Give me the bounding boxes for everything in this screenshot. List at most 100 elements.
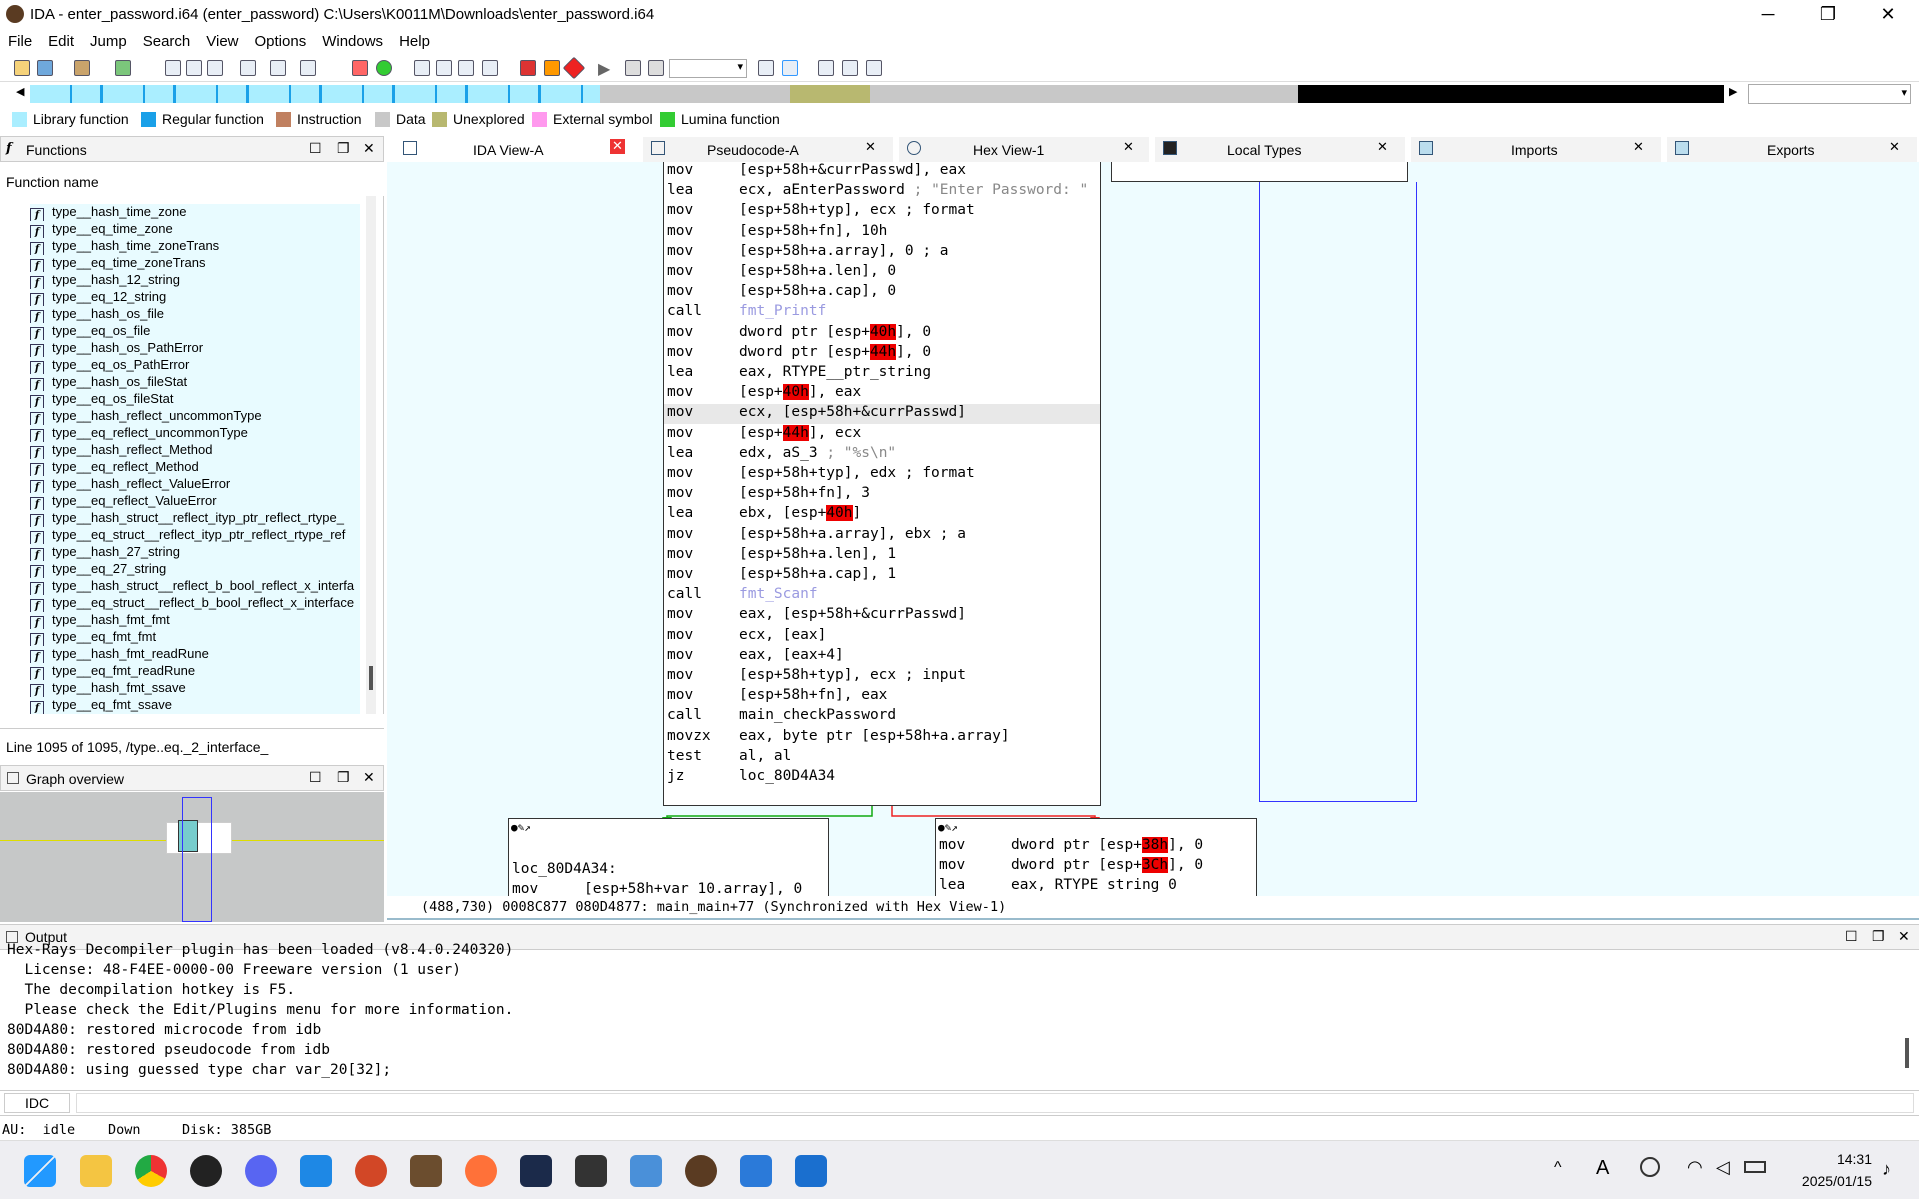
trace-icon[interactable] [544, 60, 560, 76]
jump-icon[interactable] [270, 60, 286, 76]
list-icon-3[interactable] [866, 60, 882, 76]
play-icon[interactable]: ▶ [598, 59, 610, 79]
close-icon[interactable]: ✕ [1898, 928, 1910, 945]
file-explorer-icon[interactable] [80, 1155, 112, 1187]
idc-button[interactable]: IDC [4, 1093, 70, 1113]
battery-icon[interactable] [1744, 1161, 1766, 1173]
asm-line[interactable]: mov dword ptr [esp+3Ch], 0 [936, 857, 1256, 877]
close-icon[interactable]: ✕ [1633, 139, 1644, 155]
ida-taskbar-icon[interactable] [685, 1155, 717, 1187]
nav-left-icon[interactable]: ◀ [16, 85, 24, 98]
menu-edit[interactable]: Edit [40, 30, 82, 53]
tab-hex-view-1[interactable]: Hex View-1 ✕ [899, 137, 1149, 162]
ime-mode-icon[interactable] [1640, 1157, 1660, 1177]
list-icon-2[interactable] [842, 60, 858, 76]
tab-pseudocode-a[interactable]: Pseudocode-A ✕ [643, 137, 893, 162]
function-list-item[interactable]: f type__hash_fmt_ssave [30, 680, 360, 697]
graph-icon-1[interactable] [414, 60, 430, 76]
debugger-icon[interactable] [352, 60, 368, 76]
close-icon[interactable]: ✕ [1377, 139, 1388, 155]
function-name-column-header[interactable]: Function name [6, 174, 99, 190]
breakpoint-icon[interactable] [520, 60, 536, 76]
functions-scrollbar[interactable] [366, 196, 376, 714]
maximize-icon[interactable]: ☐ [1845, 928, 1858, 945]
output-log[interactable]: Hex-Rays Decompiler plugin has been load… [0, 942, 1919, 1086]
firefox-icon[interactable] [465, 1155, 497, 1187]
tab-local-types[interactable]: Local Types ✕ [1155, 137, 1405, 162]
function-list-item[interactable]: f type__eq_reflect_ValueError [30, 493, 360, 510]
function-list-item[interactable]: f type__eq_fmt_fmt [30, 629, 360, 646]
tool-icon-4[interactable] [240, 60, 256, 76]
function-list-item[interactable]: f type__hash_27_string [30, 544, 360, 561]
float-icon[interactable]: ❐ [337, 769, 350, 786]
close-icon[interactable]: ✕ [1889, 139, 1900, 155]
function-list-item[interactable]: f type__eq_os_PathError [30, 357, 360, 374]
function-list-item[interactable]: f type__hash_fmt_readRune [30, 646, 360, 663]
function-list-item[interactable]: f type__hash_os_fileStat [30, 374, 360, 391]
float-icon[interactable]: ❐ [337, 140, 350, 157]
nav-select[interactable]: ▾ [1748, 84, 1911, 104]
maximize-icon[interactable]: ☐ [309, 769, 322, 786]
sync-icon[interactable] [782, 60, 798, 76]
minecraft-icon[interactable] [410, 1155, 442, 1187]
float-icon[interactable]: ❐ [1872, 928, 1885, 945]
back-icon[interactable] [74, 60, 90, 76]
close-icon[interactable]: ✕ [610, 139, 625, 154]
tab-ida-view-a[interactable]: IDA View-A ✕ [387, 137, 637, 162]
volume-icon[interactable]: ◁ [1716, 1157, 1730, 1178]
ime-indicator[interactable]: A [1596, 1157, 1609, 1180]
tool-icon-2[interactable] [186, 60, 202, 76]
stop-trace-icon[interactable] [562, 56, 586, 80]
function-list-item[interactable]: f type__hash_os_PathError [30, 340, 360, 357]
function-list-item[interactable]: f type__hash_reflect_ValueError [30, 476, 360, 493]
menu-view[interactable]: View [198, 30, 246, 53]
function-list-item[interactable]: f type__hash_os_file [30, 306, 360, 323]
nav-data-region-2[interactable] [870, 85, 1298, 103]
terminal-icon[interactable] [575, 1155, 607, 1187]
nav-data-region[interactable] [600, 85, 790, 103]
tool-icon-5[interactable] [758, 60, 774, 76]
function-list-item[interactable]: f type__eq_os_fileStat [30, 391, 360, 408]
function-list-item[interactable]: f type__eq_os_file [30, 323, 360, 340]
graph-icon-2[interactable] [436, 60, 452, 76]
nav-external-region[interactable] [1298, 85, 1724, 103]
tool-icon-3[interactable] [207, 60, 223, 76]
debugger-select[interactable]: ▾ [669, 59, 747, 78]
function-list-item[interactable]: f type__hash_time_zoneTrans [30, 238, 360, 255]
function-list-item[interactable]: f type__hash_time_zone [30, 204, 360, 221]
menu-help[interactable]: Help [391, 30, 438, 53]
menu-search[interactable]: Search [135, 30, 199, 53]
ida-graph-view[interactable]: mov [esp+58h+&currPasswd], eax lea ecx, aEn… [387, 162, 1919, 896]
powerpoint-icon[interactable] [355, 1155, 387, 1187]
save-icon[interactable] [37, 60, 53, 76]
function-list-item[interactable]: f type__hash_struct__reflect_b_bool_refle… [30, 578, 360, 595]
g-app-icon[interactable] [190, 1155, 222, 1187]
app-icon[interactable] [520, 1155, 552, 1187]
function-list-item[interactable]: f type__eq_fmt_readRune [30, 663, 360, 680]
tab-exports[interactable]: Exports ✕ [1667, 137, 1917, 162]
graph-node-loc-80d4a34[interactable]: ●✎↗ loc_80D4A34: mov [esp+58h+var_10.arra… [508, 818, 829, 896]
nav-code-region[interactable] [30, 85, 600, 103]
function-list-item[interactable]: f type__eq_struct__reflect_ityp_ptr_refle… [30, 527, 360, 544]
function-list-item[interactable]: f type__eq_fmt_ssave [30, 697, 360, 714]
function-list-item[interactable]: f type__hash_12_string [30, 272, 360, 289]
splitter[interactable] [387, 918, 1919, 920]
command-input[interactable] [76, 1093, 1914, 1113]
function-list-item[interactable]: f type__hash_struct__reflect_ityp_ptr_ref… [30, 510, 360, 527]
tool-icon-1[interactable] [165, 60, 181, 76]
clock-date[interactable]: 2025/01/15 [1782, 1173, 1872, 1189]
clock-time[interactable]: 14:31 [1802, 1151, 1872, 1167]
pause-icon[interactable] [625, 60, 641, 76]
asm-line[interactable]: mov dword ptr [esp+38h], 0 [936, 837, 1256, 857]
graph-icon-3[interactable] [458, 60, 474, 76]
function-list-item[interactable]: f type__eq_time_zoneTrans [30, 255, 360, 272]
navigation-band[interactable]: ◀ ▶ ▾ [0, 82, 1919, 106]
forward-icon[interactable] [115, 60, 131, 76]
function-list-item[interactable]: f type__eq_reflect_Method [30, 459, 360, 476]
graph-node-right[interactable]: ●✎↗ mov dword ptr [esp+38h], 0 mov dword pt… [935, 818, 1257, 896]
function-list-item[interactable]: f type__eq_27_string [30, 561, 360, 578]
chrome-icon[interactable] [135, 1155, 167, 1187]
open-icon[interactable] [14, 60, 30, 76]
text-icon[interactable] [300, 60, 316, 76]
stop-icon[interactable] [648, 60, 664, 76]
